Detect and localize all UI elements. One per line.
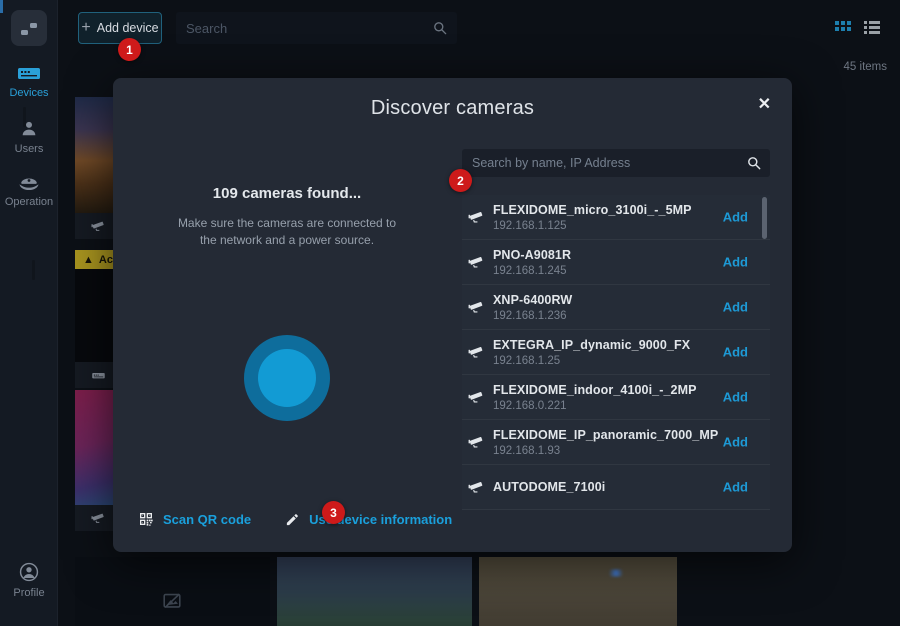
camera-info: FLEXIDOME_IP_panoramic_7000_MP 192.168.1… (493, 428, 718, 457)
sidebar-item-label: Operation (0, 196, 58, 208)
cctv-camera-icon (468, 254, 485, 271)
items-count: 45 items (844, 61, 887, 73)
camera-ip-address: 192.168.0.221 (493, 400, 697, 412)
discovery-status-panel: 109 cameras found... Make sure the camer… (113, 78, 461, 552)
pencil-icon (285, 512, 300, 527)
camera-row: AUTODOME_7100i Add (462, 465, 770, 510)
sidebar-item-profile[interactable]: Profile (0, 561, 58, 599)
discovered-cameras-panel: FLEXIDOME_micro_3100i_-_5MP 192.168.1.12… (462, 149, 770, 510)
tutorial-step-badge-3: 3 (322, 501, 345, 524)
camera-ip-address: 192.168.1.25 (493, 355, 690, 367)
camera-info: PNO-A9081R 192.168.1.245 (493, 248, 571, 277)
qr-code-icon (138, 511, 154, 527)
sidebar-item-devices[interactable]: Devices (0, 66, 58, 99)
top-search-field (176, 12, 457, 44)
profile-icon (18, 561, 40, 583)
cctv-camera-icon (91, 511, 106, 526)
app-window: D2 ▲ Acti 19 Cl (0, 0, 900, 626)
cctv-camera-icon (468, 389, 485, 406)
modal-search-field (462, 149, 770, 177)
recorder-icon (17, 66, 41, 83)
app-logo[interactable] (11, 10, 47, 46)
camera-row: PNO-A9081R 192.168.1.245 Add (462, 240, 770, 285)
camera-ip-address: 192.168.1.236 (493, 310, 572, 322)
camera-thumbnail-tile[interactable] (277, 557, 472, 626)
recorder-icon (91, 368, 106, 383)
camera-ip-address: 192.168.1.125 (493, 220, 692, 232)
camera-row: FLEXIDOME_IP_panoramic_7000_MP 192.168.1… (462, 420, 770, 465)
cctv-camera-icon (468, 434, 485, 451)
sidebar: Devices Users Operation Profile (0, 0, 58, 626)
window-edge-accent (0, 0, 3, 13)
camera-row: FLEXIDOME_indoor_4100i_-_2MP 192.168.0.2… (462, 375, 770, 420)
scrollbar-thumb[interactable] (762, 197, 767, 239)
camera-name: FLEXIDOME_IP_panoramic_7000_MP (493, 428, 718, 442)
list-view-icon[interactable] (864, 21, 880, 33)
warning-triangle-icon: ▲ (83, 254, 94, 266)
connection-hint-text: Make sure the cameras are connected to t… (113, 215, 461, 249)
search-icon[interactable] (432, 20, 448, 36)
user-icon (19, 119, 39, 139)
sidebar-item-users[interactable]: Users (0, 119, 58, 155)
camera-ip-address: 192.168.1.93 (493, 445, 718, 457)
add-camera-button[interactable]: Add (723, 390, 748, 405)
add-device-button[interactable]: + Add device (78, 12, 162, 44)
camera-name: PNO-A9081R (493, 248, 571, 262)
add-camera-button[interactable]: Add (723, 435, 748, 450)
scan-qr-code-label: Scan QR code (163, 512, 251, 527)
search-icon[interactable] (746, 155, 762, 171)
camera-info: FLEXIDOME_indoor_4100i_-_2MP 192.168.0.2… (493, 383, 697, 412)
sidebar-item-label: Profile (0, 587, 58, 599)
close-icon[interactable]: ✕ (758, 97, 771, 113)
camera-row: XNP-6400RW 192.168.1.236 Add (462, 285, 770, 330)
scanning-radar-circle (244, 335, 330, 421)
add-device-label: Add device (97, 21, 159, 35)
add-camera-button[interactable]: Add (723, 345, 748, 360)
camera-info: AUTODOME_7100i (493, 480, 605, 494)
cctv-camera-icon (468, 479, 485, 496)
top-search-input[interactable] (186, 12, 416, 44)
add-camera-button[interactable]: Add (723, 480, 748, 495)
no-video-icon (161, 590, 183, 612)
sidebar-item-operation[interactable]: Operation (0, 174, 58, 208)
tutorial-step-badge-1: 1 (118, 38, 141, 61)
scan-qr-code-link[interactable]: Scan QR code (138, 511, 251, 527)
camera-ip-address: 192.168.1.245 (493, 265, 571, 277)
sidebar-item-label: Users (0, 143, 58, 155)
camera-info: FLEXIDOME_micro_3100i_-_5MP 192.168.1.12… (493, 203, 692, 232)
camera-thumbnail-tile[interactable] (479, 557, 677, 626)
plus-icon: + (81, 19, 90, 37)
police-cap-icon (17, 174, 41, 192)
cctv-camera-icon (468, 299, 485, 316)
modal-footer: Scan QR code Use device information (138, 511, 452, 527)
camera-row: EXTEGRA_IP_dynamic_9000_FX 192.168.1.25 … (462, 330, 770, 375)
use-device-information-link[interactable]: Use device information (285, 512, 452, 527)
police-light-glow (607, 569, 625, 577)
add-camera-button[interactable]: Add (723, 255, 748, 270)
camera-info: EXTEGRA_IP_dynamic_9000_FX 192.168.1.25 (493, 338, 690, 367)
camera-name: AUTODOME_7100i (493, 480, 605, 494)
discover-cameras-modal: Discover cameras ✕ 109 cameras found... … (113, 78, 792, 552)
camera-name: XNP-6400RW (493, 293, 572, 307)
add-camera-button[interactable]: Add (723, 300, 748, 315)
camera-info: XNP-6400RW 192.168.1.236 (493, 293, 572, 322)
cctv-camera-icon (468, 344, 485, 361)
camera-name: FLEXIDOME_indoor_4100i_-_2MP (493, 383, 697, 397)
camera-name: FLEXIDOME_micro_3100i_-_5MP (493, 203, 692, 217)
modal-search-input[interactable] (472, 149, 732, 177)
tutorial-step-badge-2: 2 (449, 169, 472, 192)
camera-thumbnail-tile-offline[interactable] (75, 557, 270, 626)
camera-row: FLEXIDOME_micro_3100i_-_5MP 192.168.1.12… (462, 195, 770, 240)
cctv-camera-icon (468, 209, 485, 226)
cctv-camera-icon (91, 219, 106, 234)
sidebar-item-label: Devices (0, 87, 58, 99)
camera-name: EXTEGRA_IP_dynamic_9000_FX (493, 338, 690, 352)
add-camera-button[interactable]: Add (723, 210, 748, 225)
scanning-radar-circle-inner (258, 349, 316, 407)
discovered-camera-list: FLEXIDOME_micro_3100i_-_5MP 192.168.1.12… (462, 195, 770, 510)
cameras-found-text: 109 cameras found... (113, 185, 461, 202)
grid-view-icon[interactable] (835, 21, 851, 33)
